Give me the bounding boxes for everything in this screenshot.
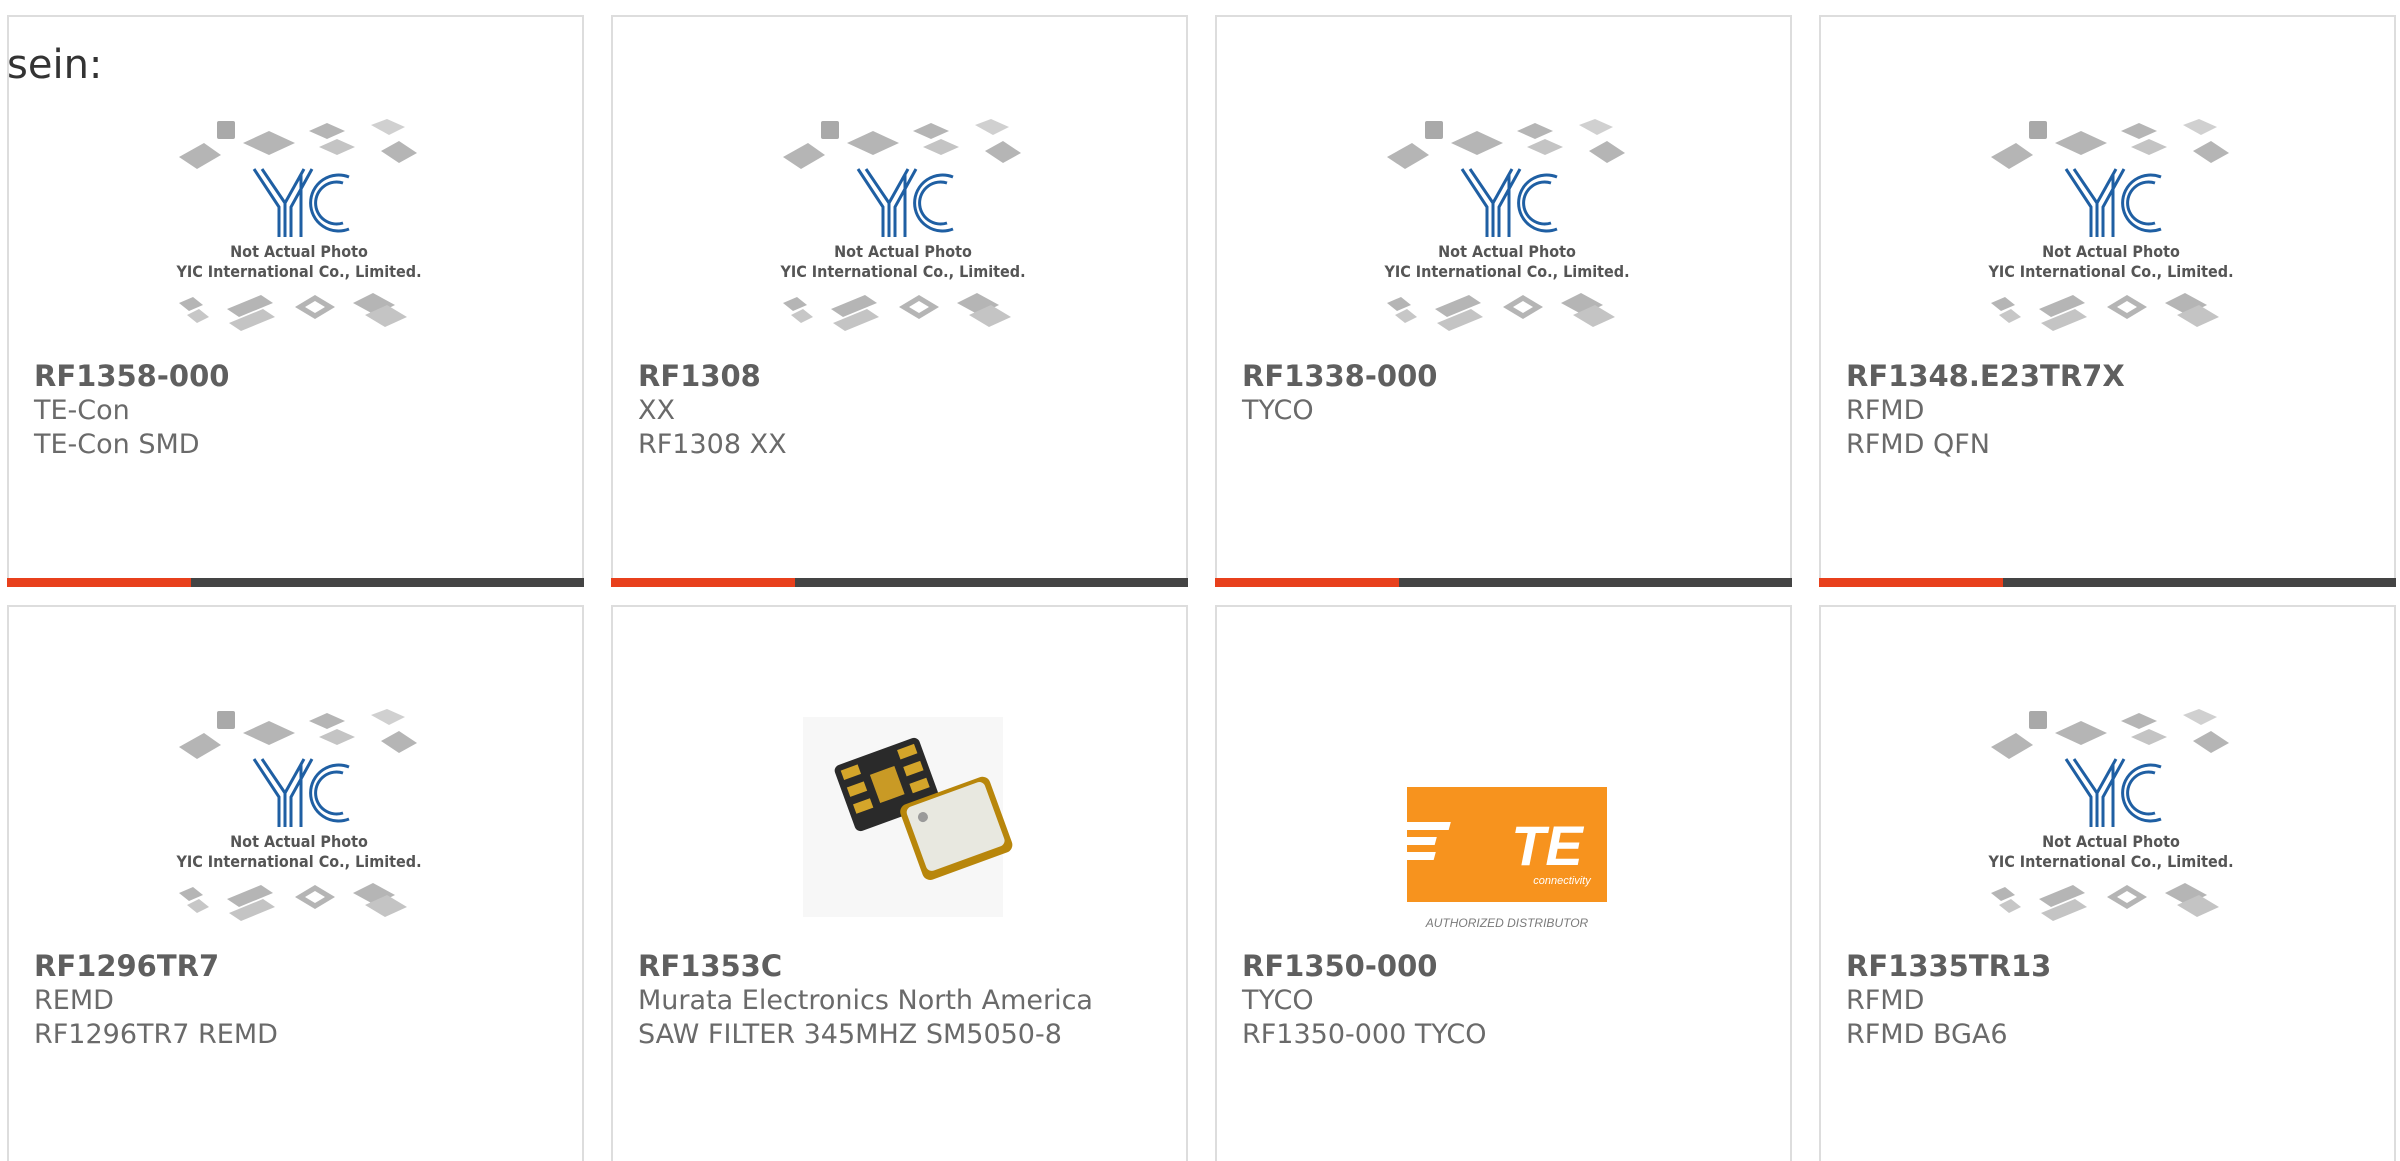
- svg-text:YIC International Co., Limited: YIC International Co., Limited.: [175, 262, 421, 281]
- part-number[interactable]: RF1350-000: [1242, 949, 1437, 983]
- description: RF1350-000 TYCO: [1242, 1019, 1487, 1050]
- card-footer-bar: [1819, 578, 2396, 587]
- product-grid-page: sein: Not Actual Photo YIC International…: [0, 0, 2400, 1161]
- svg-text:Not Actual Photo: Not Actual Photo: [2042, 242, 2180, 261]
- product-card[interactable]: Not Actual Photo YIC International Co., …: [1819, 15, 2396, 587]
- product-card[interactable]: Not Actual Photo YIC International Co., …: [1819, 605, 2396, 1161]
- description: TE-Con SMD: [34, 429, 200, 460]
- description: RF1308 XX: [638, 429, 787, 460]
- svg-text:YIC International Co., Limited: YIC International Co., Limited.: [175, 852, 421, 871]
- yic-placeholder-graphic: Not Actual Photo YIC International Co., …: [175, 709, 422, 921]
- manufacturer: Murata Electronics North America: [638, 985, 1093, 1016]
- part-number[interactable]: RF1358-000: [34, 359, 229, 393]
- saw-filter-photo: [803, 717, 1013, 917]
- manufacturer: REMD: [34, 985, 114, 1016]
- product-image-placeholder[interactable]: Not Actual Photo YIC International Co., …: [1971, 687, 2251, 967]
- product-image-placeholder[interactable]: Not Actual Photo YIC International Co., …: [1971, 97, 2251, 377]
- manufacturer: TYCO: [1242, 395, 1314, 426]
- product-card[interactable]: Not Actual Photo YIC International Co., …: [7, 605, 584, 1161]
- te-logo-image[interactable]: TE connectivity AUTHORIZED DISTRIBUTOR: [1367, 687, 1647, 967]
- manufacturer: RFMD: [1846, 395, 1925, 426]
- intro-text: sein:: [7, 42, 103, 88]
- product-card[interactable]: RF1353C Murata Electronics North America…: [611, 605, 1188, 1161]
- manufacturer: TYCO: [1242, 985, 1314, 1016]
- svg-text:YIC International Co., Limited: YIC International Co., Limited.: [779, 262, 1025, 281]
- part-number[interactable]: RF1348.E23TR7X: [1846, 359, 2125, 393]
- description: SAW FILTER 345MHZ SM5050-8: [638, 1019, 1062, 1050]
- svg-text:YIC International Co., Limited: YIC International Co., Limited.: [1987, 852, 2233, 871]
- product-image-placeholder[interactable]: Not Actual Photo YIC International Co., …: [159, 687, 439, 967]
- part-number[interactable]: RF1353C: [638, 949, 782, 983]
- svg-text:Not Actual Photo: Not Actual Photo: [230, 832, 368, 851]
- product-image-placeholder[interactable]: Not Actual Photo YIC International Co., …: [1367, 97, 1647, 377]
- product-image-placeholder[interactable]: Not Actual Photo YIC International Co., …: [763, 97, 1043, 377]
- product-card[interactable]: Not Actual Photo YIC International Co., …: [7, 15, 584, 587]
- product-image-placeholder[interactable]: Not Actual Photo YIC International Co., …: [159, 97, 439, 377]
- yic-placeholder-graphic: Not Actual Photo YIC International Co., …: [1383, 119, 1630, 331]
- card-footer-bar: [1215, 578, 1792, 587]
- svg-text:TE: TE: [1511, 814, 1584, 877]
- svg-text:AUTHORIZED DISTRIBUTOR: AUTHORIZED DISTRIBUTOR: [1425, 916, 1589, 930]
- part-number[interactable]: RF1338-000: [1242, 359, 1437, 393]
- svg-text:YIC International Co., Limited: YIC International Co., Limited.: [1987, 262, 2233, 281]
- part-number[interactable]: RF1296TR7: [34, 949, 219, 983]
- product-card[interactable]: TE connectivity AUTHORIZED DISTRIBUTOR R…: [1215, 605, 1792, 1161]
- yic-placeholder-graphic: Not Actual Photo YIC International Co., …: [175, 119, 422, 331]
- part-number[interactable]: RF1335TR13: [1846, 949, 2051, 983]
- yic-placeholder-graphic: Not Actual Photo YIC International Co., …: [1987, 709, 2234, 921]
- te-connectivity-logo: TE connectivity AUTHORIZED DISTRIBUTOR: [1375, 787, 1607, 930]
- svg-text:Not Actual Photo: Not Actual Photo: [230, 242, 368, 261]
- manufacturer: RFMD: [1846, 985, 1925, 1016]
- description: RF1296TR7 REMD: [34, 1019, 278, 1050]
- part-number[interactable]: RF1308: [638, 359, 761, 393]
- card-footer-bar: [611, 578, 1188, 587]
- product-card[interactable]: Not Actual Photo YIC International Co., …: [1215, 15, 1792, 587]
- yic-placeholder-graphic: Not Actual Photo YIC International Co., …: [1987, 119, 2234, 331]
- manufacturer: TE-Con: [34, 395, 130, 426]
- yic-placeholder-graphic: Not Actual Photo YIC International Co., …: [779, 119, 1026, 331]
- card-footer-bar: [7, 578, 584, 587]
- description: RFMD QFN: [1846, 429, 1990, 460]
- manufacturer: XX: [638, 395, 675, 426]
- svg-text:Not Actual Photo: Not Actual Photo: [834, 242, 972, 261]
- svg-text:YIC International Co., Limited: YIC International Co., Limited.: [1383, 262, 1629, 281]
- saw-filter-image[interactable]: [763, 687, 1043, 967]
- description: RFMD BGA6: [1846, 1019, 2008, 1050]
- svg-text:Not Actual Photo: Not Actual Photo: [1438, 242, 1576, 261]
- svg-text:Not Actual Photo: Not Actual Photo: [2042, 832, 2180, 851]
- svg-text:connectivity: connectivity: [1533, 875, 1592, 887]
- product-card[interactable]: Not Actual Photo YIC International Co., …: [611, 15, 1188, 587]
